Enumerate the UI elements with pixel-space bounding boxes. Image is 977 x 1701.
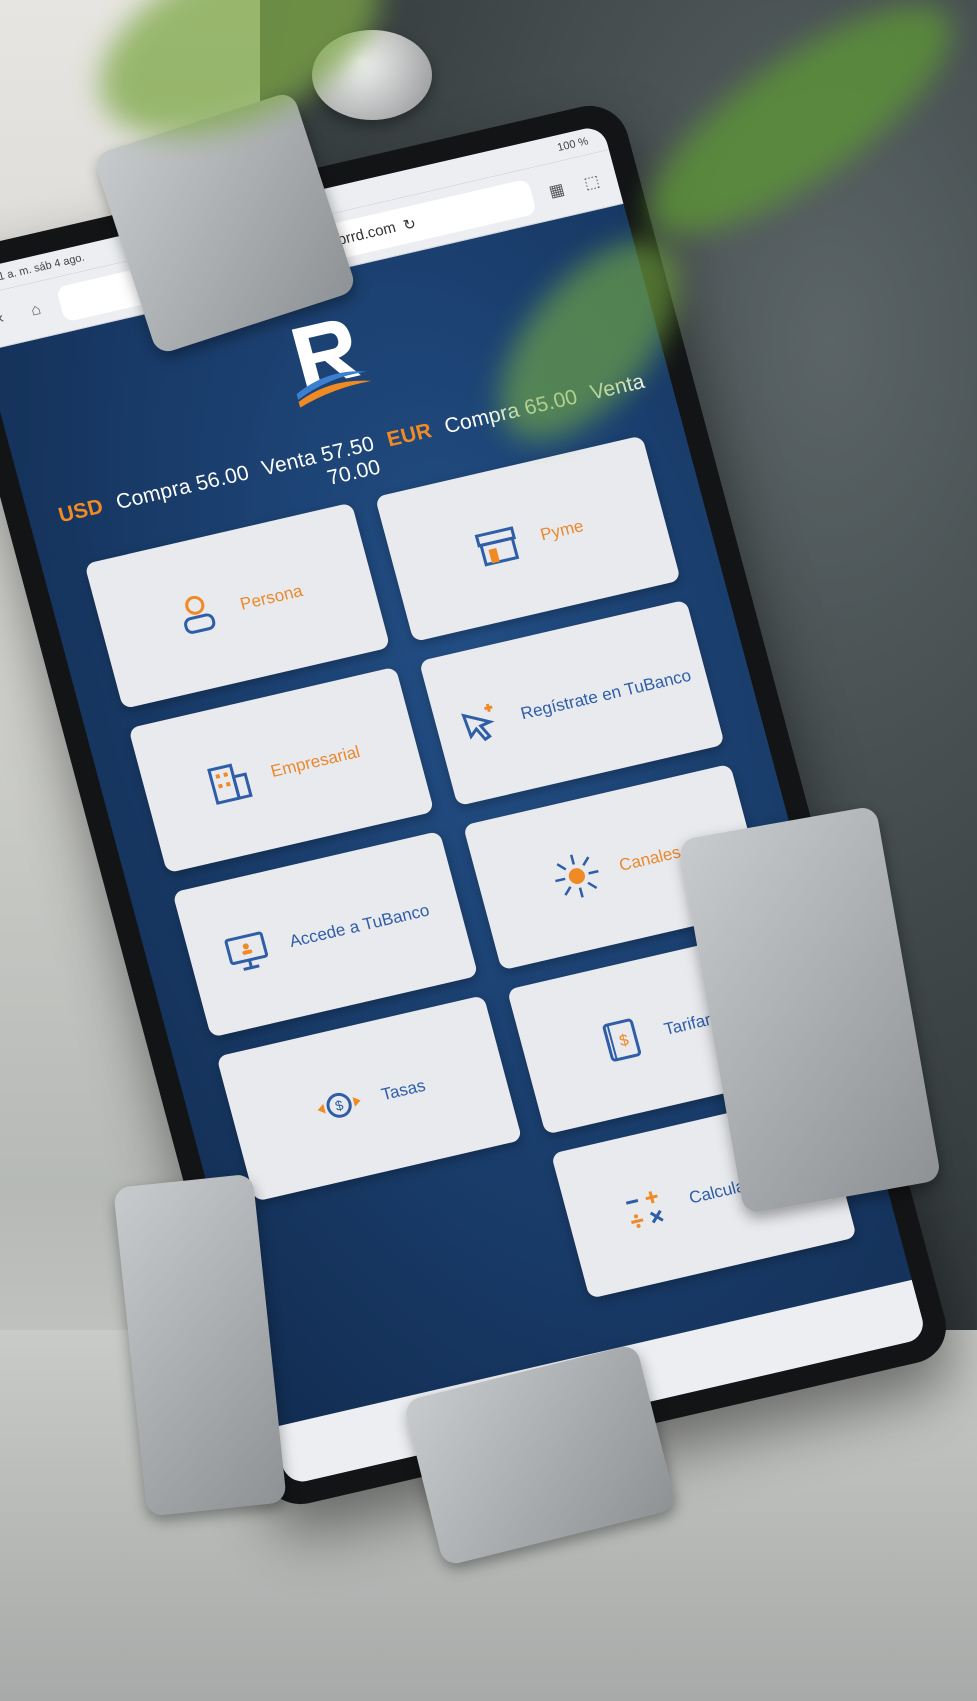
office-building-icon: [206, 763, 253, 805]
menu-label-persona: Persona: [238, 581, 305, 614]
reload-icon[interactable]: ↻: [401, 214, 418, 234]
bank-logo: [291, 320, 372, 408]
calculator-operators-icon: [626, 1191, 665, 1228]
storefront-icon: [474, 526, 520, 567]
price-book-icon: $: [602, 1018, 641, 1062]
svg-text:$: $: [617, 1032, 630, 1050]
menu-label-tasas: Tasas: [379, 1075, 428, 1105]
menu-label-canales: Canales: [617, 842, 683, 875]
channels-network-icon: [554, 854, 599, 898]
menu-label-registrate: Regístrate en TuBanco: [518, 665, 694, 724]
eur-code: EUR: [384, 419, 435, 452]
home-icon[interactable]: ⌂: [22, 297, 49, 323]
menu-card-tasas[interactable]: $ Tasas: [216, 995, 523, 1202]
dollar-exchange-icon: $: [317, 1093, 361, 1118]
plant-leaf: [618, 0, 977, 273]
monitor-icon: [224, 931, 268, 971]
cursor-click-icon: [461, 703, 495, 742]
photo-scene: 9:01 a. m. sáb 4 ago. 100 % ‹ ⌂ ⚙ intran…: [0, 0, 977, 1701]
menu-label-empresarial: Empresarial: [268, 742, 363, 781]
menu-label-accede: Accede a TuBanco: [287, 900, 432, 952]
back-icon[interactable]: ‹: [0, 305, 14, 331]
status-battery: 100 %: [556, 135, 590, 154]
usd-buy: Compra 56.00: [113, 461, 252, 514]
menu-label-pyme: Pyme: [538, 516, 586, 545]
svg-text:$: $: [333, 1097, 345, 1114]
usd-code: USD: [56, 494, 106, 528]
share-icon[interactable]: ⬚: [578, 169, 605, 195]
tabs-grid-icon[interactable]: ▦: [543, 177, 570, 203]
person-icon: [184, 595, 216, 634]
